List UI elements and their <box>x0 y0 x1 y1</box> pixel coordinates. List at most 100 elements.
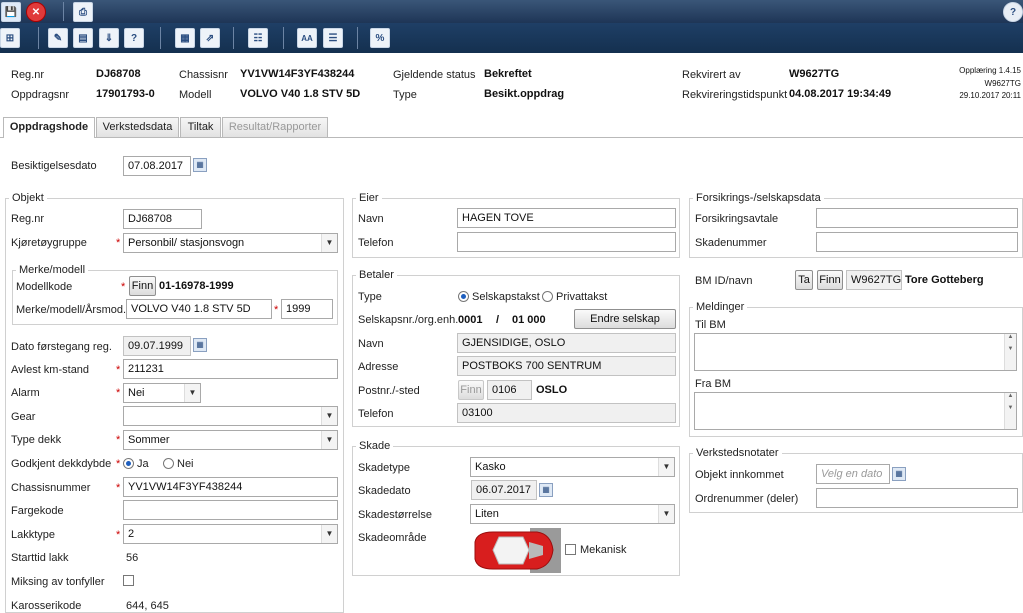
betaler-type-label: Type <box>358 291 382 303</box>
miksing-checkbox[interactable] <box>123 575 134 586</box>
dropdown-arrow-icon: ▼ <box>658 505 674 523</box>
dekk-value: Sommer <box>128 434 170 446</box>
fra-bm-textarea[interactable]: ▲ ▼ <box>694 392 1017 430</box>
tab-resultat-rapporter: Resultat/Rapporter <box>222 117 328 137</box>
tab-tiltak[interactable]: Tiltak <box>180 117 221 137</box>
til-bm-label: Til BM <box>695 319 726 331</box>
betaler-telefon-input[interactable]: 03100 <box>457 403 676 423</box>
print-icon[interactable]: ⎙ <box>73 2 93 22</box>
aar-input[interactable]: 1999 <box>281 299 333 319</box>
document-icon[interactable]: ☷ <box>248 28 268 48</box>
meldinger-title: Meldinger <box>693 301 748 313</box>
edit-icon[interactable]: ✎ <box>48 28 68 48</box>
finn-postnr-button[interactable]: Finn <box>458 380 484 400</box>
obj-regnr-input[interactable]: DJ68708 <box>123 209 202 229</box>
tab-verkstedsdata[interactable]: Verkstedsdata <box>96 117 179 137</box>
calendar-icon[interactable]: ▦ <box>193 338 207 352</box>
rekvirert-label: Rekvirert av <box>682 69 741 81</box>
obj-regnr-label: Reg.nr <box>11 213 45 225</box>
skadetype-select[interactable]: Kasko ▼ <box>470 457 675 477</box>
betaler-telefon-label: Telefon <box>358 408 394 420</box>
finn-modell-button[interactable]: Finn <box>129 276 156 296</box>
ta-button[interactable]: Ta <box>795 270 813 290</box>
dekk-label: Type dekk <box>11 434 62 446</box>
scrollbar[interactable]: ▲ ▼ <box>1004 393 1016 429</box>
kjoretoy-select[interactable]: Personbil/ stasjonsvogn ▼ <box>123 233 338 253</box>
document-edit-icon[interactable]: ☰ <box>323 28 343 48</box>
bm-navn-value: Tore Gotteberg <box>905 274 984 286</box>
chassis-input[interactable]: YV1VW14F3YF438244 <box>123 477 338 497</box>
kjoretoy-value: Personbil/ stasjonsvogn <box>128 237 245 249</box>
dropdown-arrow-icon: ▼ <box>321 234 337 252</box>
dato-forstegang-label: Dato førstegang reg. <box>11 341 112 353</box>
car-damage-diagram[interactable] <box>471 528 561 573</box>
import-icon[interactable]: ⇓ <box>99 28 119 48</box>
adresse-input[interactable]: POSTBOKS 700 SENTRUM <box>457 356 676 376</box>
required-marker: * <box>274 304 279 316</box>
kjoretoy-label: Kjøretøygruppe <box>11 237 87 249</box>
mekanisk-checkbox[interactable] <box>565 544 576 555</box>
tab-oppdragshode[interactable]: Oppdragshode <box>3 117 95 138</box>
calendar-icon[interactable]: ▦ <box>193 158 207 172</box>
bm-id-input[interactable]: W9627TG <box>846 270 902 290</box>
alarm-select[interactable]: Nei ▼ <box>123 383 201 403</box>
action-toolbar <box>0 23 1023 53</box>
chassisnr-label: Chassisnr <box>179 69 228 81</box>
text-size-icon[interactable]: AA <box>297 28 317 48</box>
postnr-label: Postnr./-sted <box>358 385 420 397</box>
skadedato-input[interactable]: 06.07.2017 <box>471 480 537 500</box>
eier-navn-input[interactable]: HAGEN TOVE <box>457 208 676 228</box>
postnr-input[interactable]: 0106 <box>487 380 532 400</box>
skadestorrelse-select[interactable]: Liten ▼ <box>470 504 675 524</box>
report-icon[interactable]: ▤ <box>73 28 93 48</box>
session-info-1: Opplæring 1.4.15 <box>959 66 1021 75</box>
percent-icon[interactable]: % <box>370 28 390 48</box>
ordrenummer-input[interactable] <box>816 488 1018 508</box>
eier-telefon-input[interactable] <box>457 232 676 252</box>
skadenummer-input[interactable] <box>816 232 1018 252</box>
close-icon[interactable]: ✕ <box>26 2 46 22</box>
calculator-icon[interactable]: ⊞ <box>0 28 20 48</box>
betaler-navn-input[interactable]: GJENSIDIGE, OSLO <box>457 333 676 353</box>
orgnr-part1: 0001 <box>458 314 483 326</box>
finn-bm-button[interactable]: Finn <box>817 270 843 290</box>
form-icon[interactable]: ▦ <box>175 28 195 48</box>
dekkdybde-ja-radio[interactable] <box>123 458 134 469</box>
required-marker: * <box>116 237 121 249</box>
session-info-2: W9627TG <box>984 79 1021 88</box>
forsikringsavtale-input[interactable] <box>816 208 1018 228</box>
selskapstakst-radio[interactable] <box>458 291 469 302</box>
calendar-icon[interactable]: ▦ <box>892 467 906 481</box>
dekkdybde-nei-radio[interactable] <box>163 458 174 469</box>
km-input[interactable]: 211231 <box>123 359 338 379</box>
endre-selskap-button[interactable]: Endre selskap <box>574 309 676 329</box>
privattakst-radio[interactable] <box>542 291 553 302</box>
besiktigelse-date-input[interactable]: 07.08.2017 <box>123 156 191 176</box>
starttid-label: Starttid lakk <box>11 552 69 564</box>
export-icon[interactable]: ⇗ <box>200 28 220 48</box>
farge-label: Fargekode <box>11 505 64 517</box>
forsikringsavtale-label: Forsikringsavtale <box>695 213 779 225</box>
orgnr-slash: / <box>496 314 500 326</box>
merke-input[interactable]: VOLVO V40 1.8 STV 5D <box>126 299 272 319</box>
scrollbar[interactable]: ▲ ▼ <box>1004 334 1016 370</box>
innkommet-label: Objekt innkommet <box>695 469 784 481</box>
lakk-select[interactable]: 2 ▼ <box>123 524 338 544</box>
orgnr-part2: 01 000 <box>512 314 546 326</box>
farge-input[interactable] <box>123 500 338 520</box>
skadetype-label: Skadetype <box>358 462 410 474</box>
help-icon[interactable]: ? <box>1003 2 1023 22</box>
bm-label: BM ID/navn <box>695 275 753 287</box>
chassis-label: Chassisnummer <box>11 482 91 494</box>
merke-label: Merke/modell/Årsmod. <box>16 304 127 316</box>
help-doc-icon[interactable]: ? <box>124 28 144 48</box>
gear-select[interactable]: ▼ <box>123 406 338 426</box>
dekk-select[interactable]: Sommer ▼ <box>123 430 338 450</box>
dato-forstegang-input[interactable]: 09.07.1999 <box>123 336 191 356</box>
save-icon[interactable]: 💾 <box>1 2 21 22</box>
required-marker: * <box>116 364 121 376</box>
til-bm-textarea[interactable]: ▲ ▼ <box>694 333 1017 371</box>
innkommet-date-input[interactable]: Velg en dato <box>816 464 890 484</box>
dekkdybde-label: Godkjent dekkdybde <box>11 458 112 470</box>
calendar-icon[interactable]: ▦ <box>539 483 553 497</box>
